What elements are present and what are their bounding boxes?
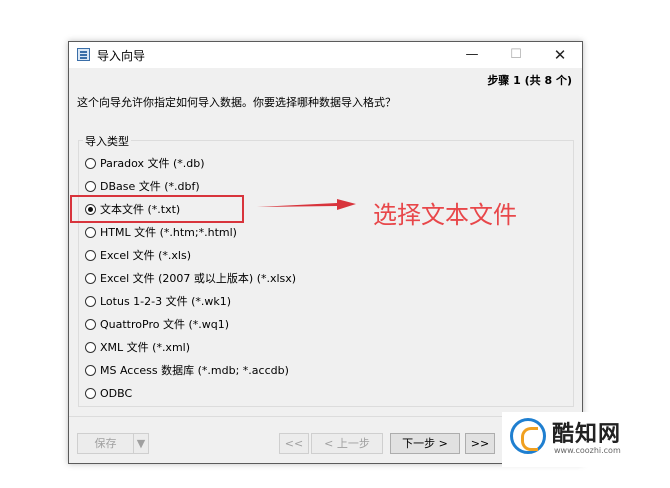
radio-xml[interactable]: XML 文件 (*.xml) — [85, 337, 190, 357]
save-dropdown-button[interactable]: ▼ — [133, 433, 149, 454]
highlight-box — [70, 195, 244, 223]
radio-button-icon[interactable] — [85, 295, 96, 307]
radio-label: DBase 文件 (*.dbf) — [100, 180, 200, 193]
close-button[interactable]: ✕ — [538, 42, 582, 68]
radio-label: Lotus 1-2-3 文件 (*.wk1) — [100, 295, 232, 308]
annotation-text: 选择文本文件 — [373, 201, 517, 229]
radio-button-icon[interactable] — [85, 387, 96, 399]
radio-paradox[interactable]: Paradox 文件 (*.db) — [85, 153, 205, 173]
window-title: 导入向导 — [97, 49, 146, 63]
radio-button-icon[interactable] — [85, 226, 96, 238]
radio-label: Excel 文件 (*.xls) — [100, 249, 192, 262]
radio-label: MS Access 数据库 (*.mdb; *.accdb) — [100, 364, 289, 377]
minimize-button[interactable]: — — [450, 42, 494, 68]
radio-button-icon[interactable] — [85, 364, 96, 376]
radio-button-icon[interactable] — [85, 180, 96, 192]
radio-dbase[interactable]: DBase 文件 (*.dbf) — [85, 176, 200, 196]
watermark: 酷知网 www.coozhi.com — [502, 412, 652, 467]
radio-excel-xls[interactable]: Excel 文件 (*.xls) — [85, 245, 191, 265]
wizard-app-icon — [77, 48, 90, 61]
radio-excel-xlsx[interactable]: Excel 文件 (2007 或以上版本) (*.xlsx) — [85, 268, 296, 288]
radio-ms-access[interactable]: MS Access 数据库 (*.mdb; *.accdb) — [85, 360, 289, 380]
save-button[interactable]: 保存 — [77, 433, 134, 454]
title-bar[interactable]: 导入向导 — ☐ ✕ — [69, 42, 582, 68]
radio-label: ODBC — [100, 386, 133, 400]
radio-label: XML 文件 (*.xml) — [100, 341, 191, 354]
radio-quattropro[interactable]: QuattroPro 文件 (*.wq1) — [85, 314, 229, 334]
radio-button-icon[interactable] — [85, 249, 96, 261]
previous-step-button[interactable]: < 上一步 — [311, 433, 383, 454]
import-type-label: 导入类型 — [83, 133, 131, 149]
coozhi-logo-icon — [510, 418, 546, 454]
wizard-question: 这个向导允许你指定如何导入数据。你要选择哪种数据导入格式？ — [77, 96, 396, 109]
next-step-button[interactable]: 下一步 > — [390, 433, 460, 454]
radio-label: QuattroPro 文件 (*.wq1) — [100, 318, 230, 331]
radio-button-icon[interactable] — [85, 318, 96, 330]
watermark-name: 酷知网 — [552, 422, 622, 447]
radio-button-icon[interactable] — [85, 272, 96, 284]
radio-label: Excel 文件 (2007 或以上版本) (*.xlsx) — [100, 272, 297, 285]
annotation-arrow-icon — [257, 199, 356, 210]
first-step-button[interactable]: << — [279, 433, 309, 454]
radio-button-icon[interactable] — [85, 341, 96, 353]
radio-html[interactable]: HTML 文件 (*.htm;*.html) — [85, 222, 237, 242]
step-indicator: 步骤 1 (共 8 个) — [487, 74, 572, 87]
radio-label: Paradox 文件 (*.db) — [100, 157, 205, 170]
radio-lotus[interactable]: Lotus 1-2-3 文件 (*.wk1) — [85, 291, 231, 311]
radio-label: HTML 文件 (*.htm;*.html) — [100, 226, 237, 239]
maximize-button[interactable]: ☐ — [494, 42, 538, 68]
radio-odbc[interactable]: ODBC — [85, 383, 132, 403]
radio-button-icon[interactable] — [85, 157, 96, 169]
import-wizard-dialog: 导入向导 — ☐ ✕ 步骤 1 (共 8 个) 这个向导允许你指定如何导入数据。… — [68, 41, 583, 464]
last-step-button[interactable]: >> — [465, 433, 495, 454]
watermark-url: www.coozhi.com — [554, 446, 621, 455]
